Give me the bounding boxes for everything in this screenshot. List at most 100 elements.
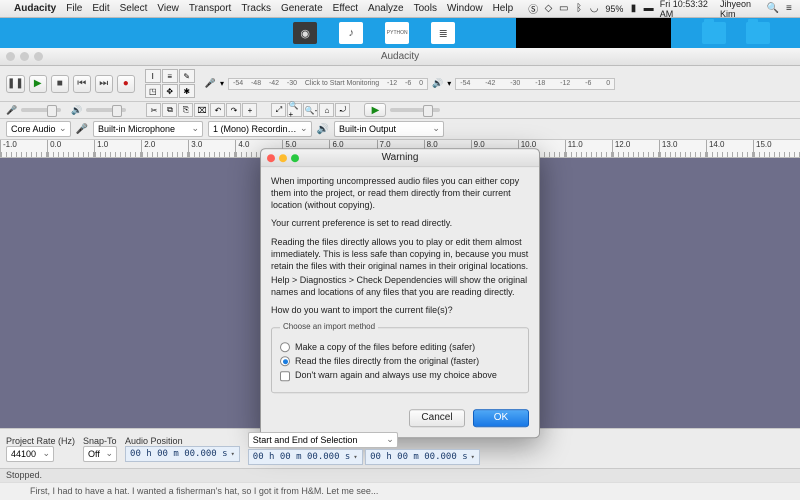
track-area[interactable]: Warning When importing uncompressed audi… <box>0 158 800 428</box>
radio-row-read[interactable]: Read the files directly from the origina… <box>280 356 520 368</box>
menu-edit[interactable]: Edit <box>92 3 109 14</box>
dock-folder-1[interactable] <box>702 22 726 44</box>
mic-icon: 🎤 <box>205 78 216 89</box>
menu-tracks[interactable]: Tracks <box>241 3 271 14</box>
menu-transport[interactable]: Transport <box>189 3 231 14</box>
audio-host-select[interactable]: Core Audio <box>6 121 71 137</box>
audio-position-field[interactable]: 00 h 00 m 00.000 s <box>125 446 240 462</box>
playback-volume-slider[interactable] <box>86 108 126 112</box>
undo-button[interactable]: ↷ <box>226 103 241 117</box>
menu-help[interactable]: Help <box>493 3 514 14</box>
menubar-app-name[interactable]: Audacity <box>14 3 56 14</box>
dropbox-icon[interactable]: ◇ <box>543 3 553 15</box>
radio-read[interactable] <box>280 357 290 367</box>
cancel-button[interactable]: Cancel <box>409 409 465 427</box>
menubar-clock[interactable]: Fri 10:53:32 AM <box>660 0 714 19</box>
selection-start-field[interactable]: 00 h 00 m 00.000 s <box>248 449 363 465</box>
wifi-icon[interactable]: ◡ <box>589 3 599 15</box>
menu-generate[interactable]: Generate <box>281 3 323 14</box>
play-at-speed-button[interactable]: ▶ <box>364 103 386 117</box>
menu-analyze[interactable]: Analyze <box>368 3 404 14</box>
import-method-fieldset: Choose an import method Make a copy of t… <box>271 323 529 393</box>
flag-icon[interactable]: ▬ <box>644 3 654 15</box>
stop-button[interactable]: ■ <box>51 75 69 93</box>
dialog-close-light[interactable] <box>267 154 275 162</box>
dock-itunes-icon[interactable]: ◉ <box>293 22 317 44</box>
battery-icon[interactable]: ▮ <box>628 3 638 15</box>
bluetooth-icon[interactable]: ᛒ <box>574 3 584 15</box>
selection-end-field[interactable]: 00 h 00 m 00.000 s <box>365 449 480 465</box>
fit-project-button[interactable]: ⌂ <box>319 103 334 117</box>
edit-toolbar: ✂ ⧉ ⎘ ⌧ ↶ ↷ + <box>146 103 257 117</box>
radio-row-copy[interactable]: Make a copy of the files before editing … <box>280 341 520 353</box>
status-bar: Stopped. <box>0 468 800 482</box>
menu-effect[interactable]: Effect <box>333 3 358 14</box>
dialog-p4: How do you want to import the current fi… <box>271 304 529 316</box>
pause-button[interactable]: ❚❚ <box>6 75 25 93</box>
zoom-toggle-button[interactable]: ⤾ <box>335 103 350 117</box>
dialog-zoom-light[interactable] <box>291 154 299 162</box>
dock-textedit-icon[interactable]: ≣ <box>431 22 455 44</box>
zoom-in-button[interactable]: ⤢ <box>271 103 286 117</box>
envelope-tool[interactable]: ≡ <box>162 69 178 83</box>
recording-device-select[interactable]: Built-in Microphone <box>93 121 203 137</box>
dock-folder-2[interactable] <box>746 22 770 44</box>
selection-mode-select[interactable]: Start and End of Selection <box>248 432 398 448</box>
menubar-user[interactable]: Jihyeon Kim <box>720 0 762 19</box>
rec-meter-hint: Click to Start Monitoring <box>305 80 379 87</box>
multi-tool[interactable]: ✱ <box>179 84 195 98</box>
rec-vol-icon: 🎤 <box>6 105 17 116</box>
copy-button[interactable]: ⧉ <box>162 103 177 117</box>
dock-folders-segment <box>671 18 800 48</box>
snap-to-select[interactable]: Off <box>83 446 117 462</box>
snap-to-group: Snap-To Off <box>83 436 117 462</box>
zoom-tool[interactable]: ◳ <box>145 84 161 98</box>
menu-view[interactable]: View <box>157 3 179 14</box>
skip-end-button[interactable]: ⏭ <box>95 75 113 93</box>
recording-volume-slider[interactable] <box>21 108 61 112</box>
dock-python-icon[interactable]: PYTHON <box>385 22 409 44</box>
audio-position-group: Audio Position 00 h 00 m 00.000 s <box>125 436 240 462</box>
timeshift-tool[interactable]: ✥ <box>162 84 178 98</box>
playback-meter[interactable]: -54 -42 -30 -18 -12 -6 0 <box>455 78 615 90</box>
skip-start-button[interactable]: ⏮ <box>73 75 91 93</box>
record-button[interactable]: ● <box>117 75 135 93</box>
selection-tool[interactable]: I <box>145 69 161 83</box>
menu-select[interactable]: Select <box>120 3 148 14</box>
ruler-tick: 15.0 <box>753 140 800 157</box>
minimize-light[interactable] <box>20 52 29 61</box>
ok-button[interactable]: OK <box>473 409 529 427</box>
speaker-icon: 🔊 <box>432 78 443 89</box>
dock-music-icon[interactable]: ♪ <box>339 22 363 44</box>
display-icon[interactable]: ▭ <box>559 3 569 15</box>
play-vol-icon: 🔊 <box>71 105 82 116</box>
play-speed-slider[interactable] <box>390 108 440 112</box>
dialog-title: Warning <box>382 152 419 163</box>
cut-button[interactable]: ✂ <box>146 103 161 117</box>
fit-selection-button[interactable]: 🔍- <box>303 103 318 117</box>
project-rate-select[interactable]: 44100 <box>6 446 54 462</box>
battery-percent[interactable]: 95% <box>605 4 623 14</box>
silence-button[interactable]: ↶ <box>210 103 225 117</box>
recording-meter[interactable]: -54 -48 -42 -30 Click to Start Monitorin… <box>228 78 428 90</box>
recording-channels-select[interactable]: 1 (Mono) Recordin… <box>208 121 312 137</box>
skype-icon[interactable]: Ⓢ <box>528 3 538 15</box>
menu-file[interactable]: File <box>66 3 82 14</box>
menu-tools[interactable]: Tools <box>414 3 437 14</box>
play-button[interactable]: ▶ <box>29 75 47 93</box>
trim-button[interactable]: ⌧ <box>194 103 209 117</box>
radio-copy[interactable] <box>280 342 290 352</box>
paste-button[interactable]: ⎘ <box>178 103 193 117</box>
checkbox-dontwarn[interactable] <box>280 371 290 381</box>
close-light[interactable] <box>6 52 15 61</box>
menu-window[interactable]: Window <box>447 3 483 14</box>
dialog-minimize-light[interactable] <box>279 154 287 162</box>
draw-tool[interactable]: ✎ <box>179 69 195 83</box>
zoom-out-button[interactable]: 🔍+ <box>287 103 302 117</box>
redo-button[interactable]: + <box>242 103 257 117</box>
notifications-icon[interactable]: ≡ <box>784 3 794 15</box>
playback-device-select[interactable]: Built-in Output <box>334 121 444 137</box>
spotlight-icon[interactable]: 🔍 <box>767 3 779 15</box>
zoom-light[interactable] <box>34 52 43 61</box>
check-row-dontwarn[interactable]: Don't warn again and always use my choic… <box>280 370 520 382</box>
